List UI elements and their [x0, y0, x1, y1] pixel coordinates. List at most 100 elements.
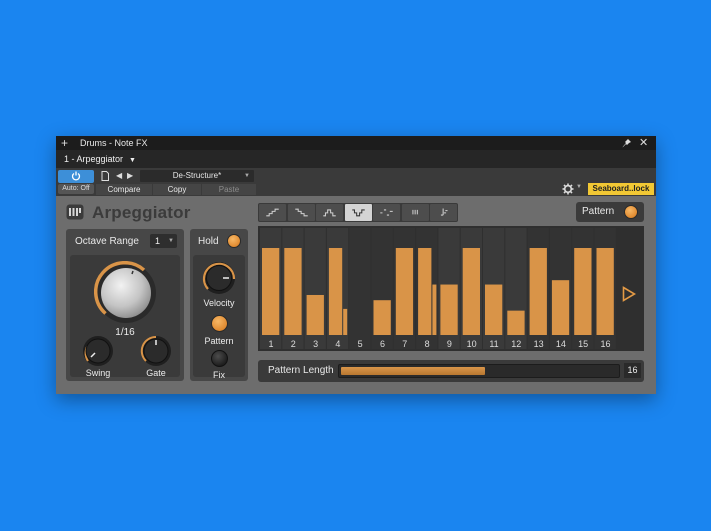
pattern-type-button-2[interactable]	[287, 204, 315, 221]
step-bar-10[interactable]	[462, 248, 480, 335]
paste-button[interactable]: Paste	[202, 184, 256, 195]
manual-icon	[440, 208, 448, 216]
power-icon	[71, 171, 81, 181]
step-bar-12[interactable]	[507, 310, 525, 335]
pattern-type-selector	[258, 203, 458, 222]
swing-knob[interactable]	[82, 335, 114, 367]
step-label-12: 12	[511, 339, 522, 349]
step-bar-7[interactable]	[395, 248, 414, 335]
down-up-icon	[351, 209, 365, 217]
pattern-type-button-4[interactable]	[344, 204, 372, 221]
step-bar-11[interactable]	[485, 284, 503, 335]
step-label-9: 9	[446, 339, 452, 349]
down-icon	[294, 208, 308, 217]
step-grid[interactable]	[258, 226, 644, 351]
pattern-led[interactable]	[624, 205, 638, 219]
step-label-1: 1	[268, 339, 274, 349]
plugin-header: Arpeggiator Pattern	[56, 196, 656, 226]
step-bar-8-1[interactable]	[418, 248, 432, 335]
random-icon	[380, 209, 393, 216]
step-bar-16[interactable]	[596, 248, 614, 335]
close-icon[interactable]: ✕	[639, 136, 648, 150]
preset-name: De-Structure*	[172, 171, 222, 180]
pattern-length-fill	[341, 367, 485, 375]
chevron-down-icon: ▼	[129, 157, 136, 164]
up-icon	[266, 208, 279, 217]
chevron-down-icon[interactable]: ▼	[576, 184, 582, 190]
gate-label: Gate	[146, 368, 166, 378]
pattern-length-control: Pattern Length 16	[258, 360, 644, 382]
gear-icon[interactable]	[562, 183, 574, 195]
hold-led[interactable]	[227, 234, 241, 248]
step-bar-1[interactable]	[262, 248, 280, 335]
pattern-length-label: Pattern Length	[268, 365, 334, 376]
step-column-5[interactable]	[349, 228, 371, 349]
step-bar-4-1[interactable]	[328, 248, 343, 335]
compare-button[interactable]: Compare	[96, 184, 152, 195]
step-bar-14[interactable]	[551, 280, 570, 335]
pattern-type-button-6[interactable]	[401, 204, 429, 221]
hold-label: Hold	[198, 236, 219, 247]
step-bar-15[interactable]	[574, 248, 592, 335]
step-label-11: 11	[489, 339, 499, 349]
step-label-10: 10	[466, 339, 477, 349]
device-tag[interactable]: Seaboard..lock	[588, 183, 654, 195]
pattern-velocity-label: Pattern	[204, 336, 234, 346]
step-label-4: 4	[335, 339, 341, 349]
chevron-down-icon: ▼	[244, 173, 250, 179]
step-bar-6[interactable]	[373, 300, 391, 335]
up-down-icon	[323, 209, 336, 217]
window-title: Drums - Note FX	[80, 138, 148, 148]
play-arrow-icon[interactable]	[622, 286, 636, 302]
step-bar-8-2[interactable]	[432, 284, 437, 335]
octave-panel: Octave Range 1 ▼ 1/16 Swing Gate	[66, 229, 184, 381]
pattern-velocity-led[interactable]	[211, 315, 228, 332]
pattern-type-button-1[interactable]	[259, 204, 286, 221]
step-sequencer: 1 2 3 4 5 6 7 8 9 10 11 12 13 14 15 16	[258, 226, 644, 351]
octave-range-value: 1	[155, 236, 161, 246]
copy-button[interactable]: Copy	[153, 184, 201, 195]
step-bar-13[interactable]	[529, 248, 547, 335]
step-bar-2[interactable]	[284, 248, 302, 335]
next-preset-icon[interactable]: ▶	[127, 171, 133, 181]
step-bar-9[interactable]	[440, 284, 458, 335]
previous-preset-icon[interactable]: ◀	[116, 171, 122, 181]
instance-name: 1 - Arpeggiator	[64, 154, 124, 164]
octave-range-select[interactable]: 1 ▼	[150, 234, 177, 248]
automation-mode-button[interactable]: Auto: Off	[58, 184, 94, 194]
step-bar-3[interactable]	[306, 294, 324, 335]
pin-icon[interactable]	[622, 138, 632, 148]
pattern-type-button-3[interactable]	[316, 204, 343, 221]
pattern-length-slider[interactable]	[338, 364, 620, 378]
pattern-length-value[interactable]: 16	[624, 363, 641, 378]
step-label-2: 2	[290, 339, 296, 349]
hold-panel: Hold Velocity Pattern Fix	[190, 229, 248, 381]
step-label-13: 13	[533, 339, 544, 349]
fix-button[interactable]	[211, 350, 228, 367]
step-label-8: 8	[424, 339, 430, 349]
brand-logo-icon	[66, 204, 84, 220]
step-label-6: 6	[379, 339, 385, 349]
arpeggiator-window: + Drums - Note FX ✕ 1 - Arpeggiator ▼ Aut…	[56, 136, 656, 394]
step-label-5: 5	[357, 339, 363, 349]
step-label-16: 16	[600, 339, 611, 349]
gate-knob[interactable]	[140, 335, 172, 367]
chord-icon	[411, 209, 418, 215]
preset-toolbar: Auto: Off ◀ ▶ De-Structure* ▼ Compare Co…	[56, 168, 656, 196]
pattern-type-button-5[interactable]	[373, 204, 400, 221]
preset-file-icon[interactable]	[100, 171, 110, 181]
title-bar: + Drums - Note FX ✕	[56, 136, 656, 150]
power-button[interactable]	[58, 170, 94, 183]
velocity-knob[interactable]	[202, 261, 236, 295]
preset-selector[interactable]: De-Structure* ▼	[140, 170, 254, 182]
step-label-15: 15	[578, 339, 589, 349]
add-icon[interactable]: +	[61, 136, 68, 150]
chevron-down-icon: ▼	[168, 238, 174, 244]
rate-knob[interactable]	[94, 261, 158, 325]
pattern-label: Pattern	[582, 206, 615, 217]
pattern-toggle[interactable]: Pattern	[576, 202, 644, 222]
instance-select[interactable]: 1 - Arpeggiator ▼	[58, 152, 142, 166]
pattern-type-button-7[interactable]	[430, 204, 457, 221]
step-bar-4-2[interactable]	[343, 308, 348, 335]
octave-range-label: Octave Range	[75, 236, 139, 247]
